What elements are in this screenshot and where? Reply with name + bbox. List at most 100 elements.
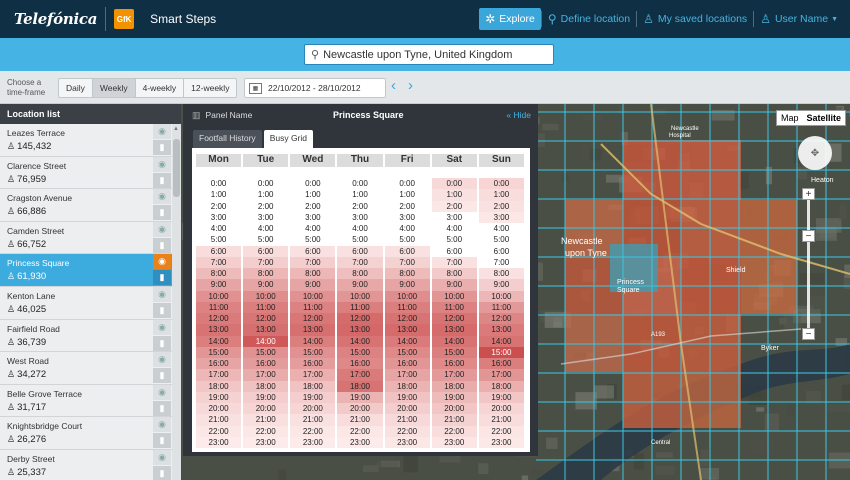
busy-cell: 17:00: [243, 369, 289, 381]
hide-panel-button[interactable]: « Hide: [506, 110, 531, 120]
timeframe-daily-button[interactable]: Daily: [59, 79, 93, 97]
location-name: Cragston Avenue: [7, 193, 73, 204]
day-column: Tue 0:00 1:00 2:00 3:00 4:00 5:00 6:00 7:00 8:00 9…: [243, 154, 289, 448]
tab-busy-grid[interactable]: Busy Grid: [263, 130, 314, 148]
chart-icon[interactable]: ▮: [153, 335, 171, 351]
location-list-panel: Location list Leazes Terrace ♙ 145,432 ◉ ▮ Cl…: [0, 104, 181, 480]
busy-cell: 12:00: [384, 313, 430, 325]
zoom-slider-track[interactable]: [807, 189, 810, 336]
location-list-scrollbar[interactable]: ▲: [172, 124, 181, 480]
chart-icon[interactable]: ▮: [153, 205, 171, 221]
zoom-in-button[interactable]: +: [802, 188, 815, 200]
nav-define-location-button[interactable]: ⚲ Define location: [542, 8, 636, 30]
eye-icon[interactable]: ◉: [153, 384, 171, 400]
map-terrain-patch: [813, 405, 829, 412]
location-item[interactable]: Belle Grove Terrace ♙ 31,717 ◉ ▮: [0, 384, 181, 418]
location-item[interactable]: Knightsbridge Court ♙ 26,276 ◉ ▮: [0, 417, 181, 450]
busy-cell: 5:00: [352, 235, 368, 245]
footfall-heat-cell: [681, 200, 741, 258]
map-type-map-button[interactable]: Map: [777, 111, 803, 125]
busy-cell: 16:00: [196, 358, 242, 370]
timeframe-12-weekly-button[interactable]: 12-weekly: [184, 79, 236, 97]
zoom-out-button[interactable]: −: [802, 328, 815, 340]
location-name: Clarence Street: [7, 160, 67, 171]
chart-icon[interactable]: ▮: [153, 302, 171, 318]
busy-cell: 10:00: [431, 290, 477, 302]
nav-explore-button[interactable]: ✲ Explore: [479, 8, 541, 30]
location-item[interactable]: Leazes Terrace ♙ 145,432 ◉ ▮: [0, 124, 181, 157]
next-period-button[interactable]: ›: [408, 77, 413, 94]
location-actions: ◉ ▮: [153, 254, 171, 286]
eye-icon[interactable]: ◉: [153, 417, 171, 433]
busy-cell: 16:00: [290, 358, 336, 370]
eye-icon[interactable]: ◉: [153, 449, 171, 465]
eye-icon[interactable]: ◉: [153, 352, 171, 368]
chart-icon[interactable]: ▮: [153, 368, 171, 384]
location-count: ♙ 61,930: [7, 271, 46, 282]
chart-icon[interactable]: ▮: [153, 237, 171, 253]
busy-cell: 9:00: [431, 279, 477, 291]
busy-cell: 19:00: [290, 391, 336, 403]
bar-chart-icon: ▥: [192, 109, 201, 120]
eye-icon[interactable]: ◉: [153, 254, 171, 270]
chart-icon[interactable]: ▮: [153, 172, 171, 188]
busy-cell: 0:00: [352, 179, 368, 188]
main-nav: ✲ Explore ⚲ Define location ♙ My saved loca…: [479, 7, 844, 31]
header-divider: [105, 7, 107, 31]
eye-icon[interactable]: ◉: [153, 156, 171, 172]
location-item[interactable]: Clarence Street ♙ 76,959 ◉ ▮: [0, 156, 181, 190]
busy-cell: 20:00: [337, 403, 383, 415]
eye-icon[interactable]: ◉: [153, 221, 171, 237]
location-count-value: 46,025: [17, 303, 47, 315]
previous-period-button[interactable]: ‹: [391, 77, 396, 94]
chart-icon[interactable]: ▮: [153, 433, 171, 449]
location-item[interactable]: Fairfield Road ♙ 36,739 ◉ ▮: [0, 319, 181, 353]
nav-saved-locations-button[interactable]: ♙ My saved locations: [637, 8, 753, 30]
map-place-label: Hospital: [669, 133, 691, 139]
day-column: Wed 0:00 1:00 2:00 3:00 4:00 5:00 6:00 7:00 8:00 9…: [290, 154, 336, 448]
eye-icon[interactable]: ◉: [153, 286, 171, 302]
location-item[interactable]: Cragston Avenue ♙ 66,886 ◉ ▮: [0, 189, 181, 222]
busy-cell: 17:00: [290, 369, 336, 381]
busy-cell: 1:00: [257, 190, 274, 200]
location-item[interactable]: Derby Street ♙ 25,337 ◉ ▮: [0, 449, 181, 480]
location-item[interactable]: Kenton Lane ♙ 46,025 ◉ ▮: [0, 286, 181, 320]
timeframe-weekly-button[interactable]: Weekly: [92, 79, 136, 97]
busy-cell: 15:00: [384, 346, 430, 358]
pan-control-icon[interactable]: ✥: [798, 136, 832, 170]
chart-icon[interactable]: ▮: [153, 400, 171, 416]
location-item[interactable]: West Road ♙ 34,272 ◉ ▮: [0, 352, 181, 385]
busy-cell: 17:00: [337, 369, 383, 381]
zoom-slider-handle[interactable]: −: [802, 230, 815, 242]
eye-icon[interactable]: ◉: [153, 319, 171, 335]
search-input[interactable]: [323, 48, 544, 61]
day-column: Sat 0:00 1:00 2:00 3:00 4:00 5:00 6:00 7:00 8:00 9…: [431, 154, 477, 448]
map-type-satellite-button[interactable]: Satellite: [802, 111, 845, 125]
location-actions: ◉ ▮: [153, 319, 171, 352]
eye-icon[interactable]: ◉: [153, 189, 171, 205]
scrollbar-thumb[interactable]: [173, 139, 180, 197]
tab-footfall-history[interactable]: Footfall History: [193, 130, 262, 148]
map-terrain-patch: [700, 449, 709, 467]
date-range-picker[interactable]: ▦ 22/10/2012 - 28/10/2012: [244, 78, 386, 98]
timeframe-4-weekly-button[interactable]: 4-weekly: [136, 79, 185, 97]
busy-cell: 3:00: [399, 212, 415, 222]
busy-cell: 18:00: [384, 380, 430, 392]
nav-explore-label: Explore: [499, 13, 535, 25]
nav-user-menu-button[interactable]: ♙ User Name ▼: [754, 8, 844, 30]
chart-icon[interactable]: ▮: [153, 270, 171, 286]
busy-cell: 18:00: [478, 380, 524, 392]
chart-icon[interactable]: ▮: [153, 140, 171, 155]
busy-cell: 13:00: [384, 324, 430, 336]
smart-steps-app: Telefónica GfK Smart Steps ✲ Explore ⚲ Def…: [0, 0, 850, 480]
eye-icon[interactable]: ◉: [153, 124, 171, 139]
location-name: Fairfield Road: [7, 323, 60, 334]
map-terrain-patch: [799, 273, 825, 285]
location-item[interactable]: Princess Square ♙ 61,930 ◉ ▮: [0, 254, 181, 287]
map-terrain-patch: [835, 338, 848, 346]
location-item[interactable]: Camden Street ♙ 66,752 ◉ ▮: [0, 221, 181, 255]
busy-cell: 10:00: [196, 290, 242, 302]
scroll-up-icon[interactable]: ▲: [173, 126, 179, 132]
chart-icon[interactable]: ▮: [153, 465, 171, 480]
busy-cell: 4:00: [352, 224, 368, 233]
